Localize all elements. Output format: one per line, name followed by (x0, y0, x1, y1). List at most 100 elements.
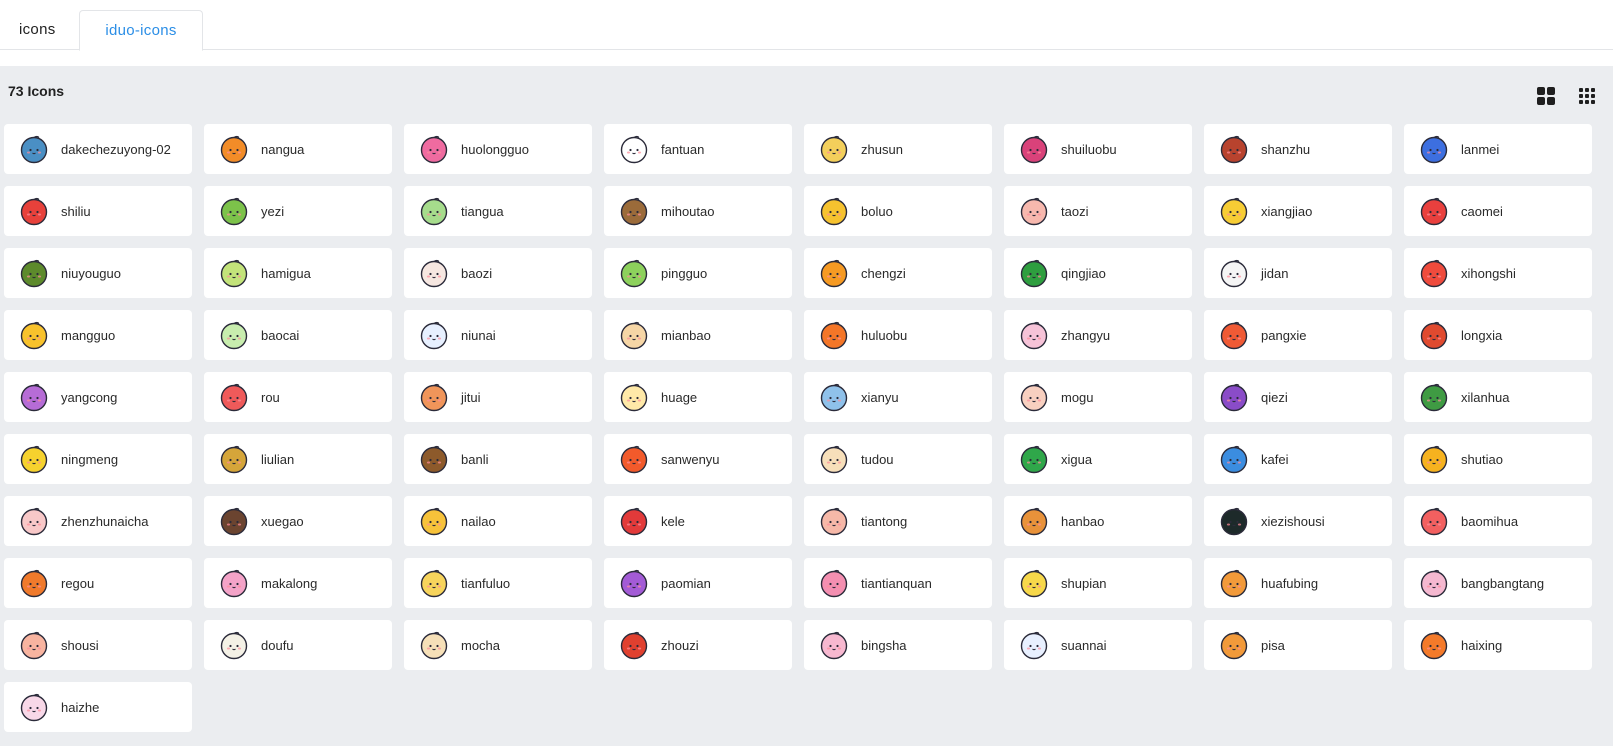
icon-card[interactable]: suannai (1004, 620, 1192, 670)
icon-card[interactable]: zhouzi (604, 620, 792, 670)
icon-name: xianyu (861, 389, 899, 405)
icon-card[interactable]: mogu (1004, 372, 1192, 422)
xuegao-icon (220, 507, 248, 536)
tab-iduo-icons[interactable]: iduo-icons (79, 10, 203, 51)
icon-card[interactable]: tiangua (404, 186, 592, 236)
grid-large-icon[interactable] (1537, 87, 1555, 105)
icon-card[interactable]: bingsha (804, 620, 992, 670)
icon-card[interactable]: xianyu (804, 372, 992, 422)
icon-card[interactable]: paomian (604, 558, 792, 608)
icon-name: doufu (261, 637, 294, 653)
shutiao-icon (1420, 445, 1448, 474)
icon-card[interactable]: kele (604, 496, 792, 546)
icon-card[interactable]: zhenzhunaicha (4, 496, 192, 546)
icon-card[interactable]: nailao (404, 496, 592, 546)
icon-card[interactable]: qiezi (1204, 372, 1392, 422)
icon-card[interactable]: baomihua (1404, 496, 1592, 546)
icon-card[interactable]: tianfuluo (404, 558, 592, 608)
icon-card[interactable]: hanbao (1004, 496, 1192, 546)
icon-card[interactable]: pingguo (604, 248, 792, 298)
icon-card[interactable]: baozi (404, 248, 592, 298)
icon-name: mianbao (661, 327, 711, 343)
icon-card[interactable]: pisa (1204, 620, 1392, 670)
icon-card[interactable]: jitui (404, 372, 592, 422)
icon-name: nangua (261, 141, 305, 157)
icon-grid: dakechezuyong-02 nangua huolongguo fantuan z… (4, 124, 1592, 732)
icon-card[interactable]: haizhe (4, 682, 192, 732)
icon-card[interactable]: xilanhua (1404, 372, 1592, 422)
icon-card[interactable]: ningmeng (4, 434, 192, 484)
icon-card[interactable]: liulian (204, 434, 392, 484)
icon-count: 73 Icons (8, 83, 65, 99)
icon-card[interactable]: jidan (1204, 248, 1392, 298)
icon-card[interactable]: banli (404, 434, 592, 484)
hanbao-icon (1020, 507, 1048, 536)
icon-name: pingguo (661, 265, 708, 281)
icon-card[interactable]: huafubing (1204, 558, 1392, 608)
icon-card[interactable]: longxia (1404, 310, 1592, 360)
icon-card[interactable]: qingjiao (1004, 248, 1192, 298)
icon-card[interactable]: regou (4, 558, 192, 608)
icon-card[interactable]: xiezishousi (1204, 496, 1392, 546)
icon-card[interactable]: xigua (1004, 434, 1192, 484)
icon-card[interactable]: niunai (404, 310, 592, 360)
icon-card[interactable]: shanzhu (1204, 124, 1392, 174)
icon-card[interactable]: pangxie (1204, 310, 1392, 360)
icon-card[interactable]: sanwenyu (604, 434, 792, 484)
grid-small-icon[interactable] (1578, 87, 1596, 105)
mocha-icon (420, 631, 448, 660)
icon-card[interactable]: nangua (204, 124, 392, 174)
tab-icons[interactable]: icons (0, 10, 79, 50)
icon-card[interactable]: shupian (1004, 558, 1192, 608)
icon-card[interactable]: rou (204, 372, 392, 422)
icon-card[interactable]: dakechezuyong-02 (4, 124, 192, 174)
regou-icon (20, 569, 48, 598)
icon-card[interactable]: doufu (204, 620, 392, 670)
icon-card[interactable]: tiantianquan (804, 558, 992, 608)
icon-card[interactable]: xihongshi (1404, 248, 1592, 298)
icon-card[interactable]: mocha (404, 620, 592, 670)
icon-card[interactable]: xiangjiao (1204, 186, 1392, 236)
icon-card[interactable]: baocai (204, 310, 392, 360)
icon-name: zhusun (861, 141, 903, 157)
icon-card[interactable]: shousi (4, 620, 192, 670)
icon-card[interactable]: mangguo (4, 310, 192, 360)
icon-card[interactable]: taozi (1004, 186, 1192, 236)
icon-card[interactable]: tudou (804, 434, 992, 484)
icon-card[interactable]: mihoutao (604, 186, 792, 236)
icon-card[interactable]: zhangyu (1004, 310, 1192, 360)
dakechezuyong-02-icon (20, 135, 48, 164)
icon-card[interactable]: kafei (1204, 434, 1392, 484)
icon-card[interactable]: huolongguo (404, 124, 592, 174)
icon-name: tiantong (861, 513, 908, 529)
icon-card[interactable]: zhusun (804, 124, 992, 174)
icon-card[interactable]: lanmei (1404, 124, 1592, 174)
icon-card[interactable]: mianbao (604, 310, 792, 360)
tudou-icon (820, 445, 848, 474)
icon-card[interactable]: yezi (204, 186, 392, 236)
jidan-icon (1220, 259, 1248, 288)
icon-card[interactable]: yangcong (4, 372, 192, 422)
nailao-icon (420, 507, 448, 536)
shanzhu-icon (1220, 135, 1248, 164)
icon-card[interactable]: shiliu (4, 186, 192, 236)
doufu-icon (220, 631, 248, 660)
icon-name: huage (661, 389, 698, 405)
icon-card[interactable]: niuyouguo (4, 248, 192, 298)
icon-card[interactable]: shuiluobu (1004, 124, 1192, 174)
tiangua-icon (420, 197, 448, 226)
huluobu-icon (820, 321, 848, 350)
icon-card[interactable]: boluo (804, 186, 992, 236)
icon-card[interactable]: shutiao (1404, 434, 1592, 484)
icon-card[interactable]: huluobu (804, 310, 992, 360)
icon-card[interactable]: chengzi (804, 248, 992, 298)
icon-card[interactable]: tiantong (804, 496, 992, 546)
icon-card[interactable]: huage (604, 372, 792, 422)
icon-card[interactable]: caomei (1404, 186, 1592, 236)
icon-card[interactable]: xuegao (204, 496, 392, 546)
icon-card[interactable]: fantuan (604, 124, 792, 174)
icon-card[interactable]: bangbangtang (1404, 558, 1592, 608)
icon-card[interactable]: haixing (1404, 620, 1592, 670)
icon-card[interactable]: hamigua (204, 248, 392, 298)
icon-card[interactable]: makalong (204, 558, 392, 608)
